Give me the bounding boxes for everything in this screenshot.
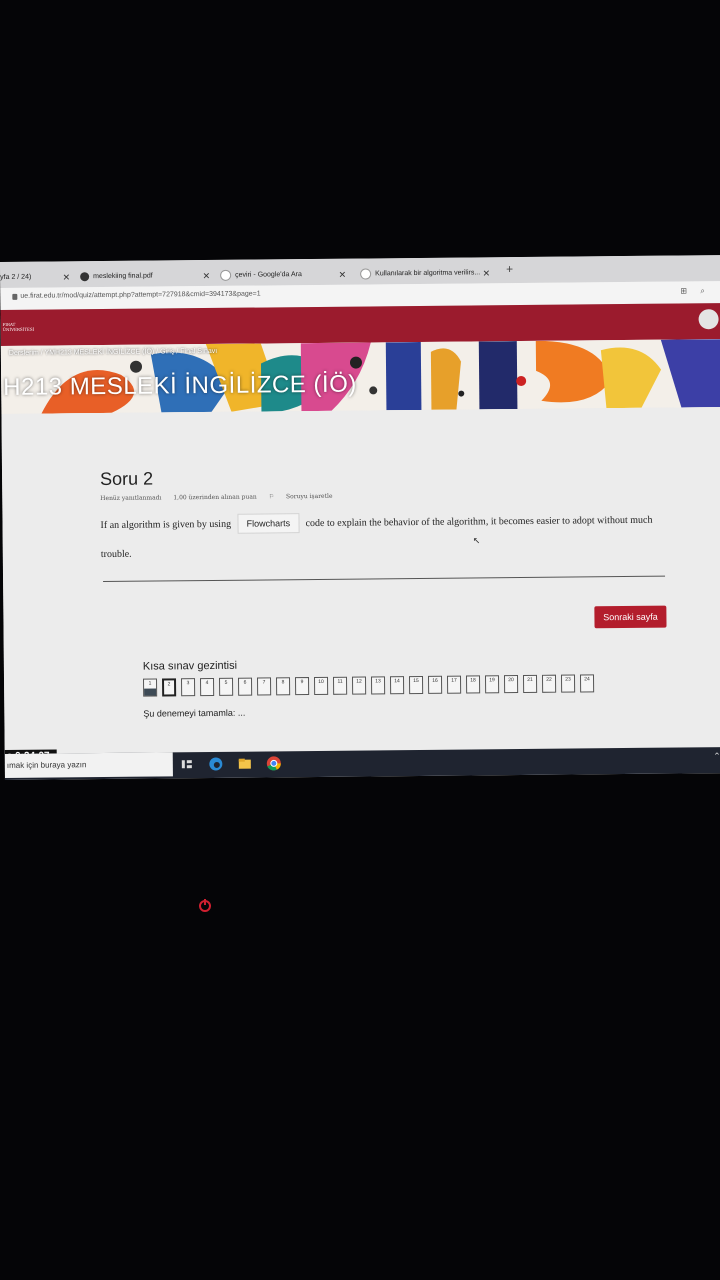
question-meta: Henüz yanıtlanmadı 1,00 üzerinden alınan… [100, 493, 352, 502]
finish-attempt-link[interactable]: Şu denemeyi tamamla: ... [143, 708, 245, 719]
question-number: 12 [356, 678, 362, 685]
tab-pdf[interactable]: meslekiing final.pdf ✕ [76, 266, 214, 287]
question-number: 14 [394, 678, 400, 685]
question-number: 10 [318, 678, 324, 685]
translate-icon[interactable]: ⊞ [680, 286, 687, 295]
university-logo[interactable]: FIRAT ÜNİVERSİTESİ [3, 322, 35, 332]
google-icon [220, 269, 232, 281]
quiz-nav-question-button[interactable]: 1 [143, 678, 158, 697]
lock-icon [12, 293, 18, 300]
question-title: Soru 2 [99, 468, 154, 490]
edge-icon[interactable] [208, 756, 224, 772]
question-number: 11 [337, 678, 343, 685]
quiz-nav-question-button[interactable]: 23 [560, 674, 576, 693]
chrome-icon[interactable] [266, 755, 282, 771]
quiz-nav-question-button[interactable]: 2 [162, 678, 177, 697]
tab-label: yfa 2 / 24) [0, 273, 32, 281]
question-number: 15 [413, 677, 419, 685]
mouse-pointer-icon: ↖ [472, 535, 481, 546]
monitor-screen: yfa 2 / 24) ✕ meslekiing final.pdf ✕ çev… [0, 255, 720, 780]
taskbar-search[interactable]: ımak için buraya yazın [4, 752, 173, 778]
new-tab-button[interactable]: + [506, 262, 513, 276]
question-text: If an algorithm is given by using Flowch… [100, 513, 653, 561]
next-page-button[interactable]: Sonraki sayfa [594, 605, 667, 629]
quiz-nav-question-button[interactable]: 3 [181, 678, 196, 697]
question-number: 4 [205, 680, 209, 687]
quiz-nav-question-button[interactable]: 8 [275, 677, 291, 696]
question-number: 24 [584, 676, 590, 683]
quiz-nav-question-button[interactable]: 4 [200, 677, 215, 697]
course-banner: Derslerim / YMH213 MESLEKİ İNGİLİZCE (İÖ… [0, 339, 720, 414]
tab-quiz[interactable]: yfa 2 / 24) ✕ [0, 267, 74, 288]
divider [103, 575, 666, 583]
tab-label: meslekiing final.pdf [93, 272, 153, 281]
flag-question-link[interactable]: ⚐ Soruyu işaretle [269, 493, 343, 501]
question-number: 16 [432, 677, 438, 684]
close-icon[interactable]: ✕ [63, 267, 71, 287]
globe-icon [80, 271, 90, 281]
question-number: 6 [243, 679, 247, 686]
quiz-nav-question-button[interactable]: 9 [294, 677, 310, 696]
quiz-nav-question-button[interactable]: 14 [389, 676, 405, 695]
question-number: 7 [262, 679, 266, 686]
quiz-content: Soru 2 Henüz yanıtlanmadı 1,00 üzerinden… [1, 407, 720, 754]
chevron-up-icon[interactable]: ⌃ [713, 751, 720, 762]
task-view-icon[interactable] [179, 756, 195, 772]
quiz-nav-question-button[interactable]: 18 [465, 675, 481, 694]
question-number: 2 [167, 681, 171, 688]
question-number: 3 [186, 680, 190, 687]
question-number: 22 [546, 676, 552, 683]
tab-label: çeviri - Google'da Ara [235, 271, 302, 279]
quiz-nav-question-button[interactable]: 21 [522, 674, 538, 693]
quiz-nav-question-button[interactable]: 6 [238, 677, 253, 696]
quiz-nav-question-button[interactable]: 10 [313, 676, 329, 696]
quiz-nav-question-button[interactable]: 13 [370, 676, 386, 695]
question-number: 9 [300, 679, 304, 686]
avatar[interactable] [698, 309, 719, 330]
question-points: 1,00 üzerinden alınan puan [173, 493, 257, 502]
question-number: 20 [508, 677, 514, 684]
quiz-nav-question-button[interactable]: 16 [427, 675, 443, 694]
question-number: 18 [470, 677, 476, 684]
url-text[interactable]: ue.firat.edu.tr/mod/quiz/attempt.php?att… [20, 290, 260, 299]
quiz-nav-question-button[interactable]: 12 [351, 676, 367, 695]
question-number: 23 [565, 676, 571, 683]
quiz-nav-question-button[interactable]: 20 [503, 675, 519, 694]
question-number: 19 [489, 677, 495, 684]
google-icon [360, 268, 372, 280]
file-explorer-icon[interactable] [237, 756, 253, 772]
question-number: 8 [281, 679, 285, 686]
tab-label: Kullanılarak bir algoritma verilirs... [375, 269, 481, 278]
quiz-nav-question-button[interactable]: 5 [219, 677, 234, 696]
question-number: 1 [148, 680, 152, 687]
quiz-nav-question-button[interactable]: 15 [408, 675, 424, 695]
quiz-navigation-title: Kısa sınav gezintisi [142, 659, 238, 673]
tab-google-translate[interactable]: Kullanılarak bir algoritma verilirs... ✕ [356, 263, 494, 284]
question-number: 13 [375, 678, 381, 685]
power-led-icon [199, 899, 211, 912]
taskbar: ımak için buraya yazın ⌃ [4, 747, 720, 780]
course-title: H213 MESLEKİ İNGİLİZCE (İÖ) [3, 370, 357, 401]
answer-input[interactable]: Flowcharts [237, 513, 300, 534]
question-status: Henüz yanıtlanmadı [100, 494, 162, 503]
question-number: 17 [451, 677, 457, 684]
quiz-nav-question-button[interactable]: 24 [579, 674, 595, 693]
close-icon[interactable]: ✕ [338, 265, 347, 285]
zoom-icon[interactable]: ⌕ [700, 286, 705, 296]
quiz-nav-question-button[interactable]: 22 [541, 674, 557, 693]
close-icon[interactable]: ✕ [203, 266, 211, 286]
quiz-nav-question-button[interactable]: 7 [257, 677, 272, 696]
quiz-nav-question-button[interactable]: 17 [446, 675, 462, 694]
question-number: 21 [527, 676, 533, 683]
flag-icon: ⚐ [268, 493, 277, 501]
close-icon[interactable]: ✕ [482, 263, 491, 283]
quiz-nav-question-button[interactable]: 11 [332, 676, 348, 695]
question-number: 5 [224, 679, 228, 686]
tab-google-search[interactable]: çeviri - Google'da Ara ✕ [216, 265, 350, 286]
quiz-nav-question-button[interactable]: 19 [484, 675, 500, 694]
answered-indicator [144, 688, 157, 696]
